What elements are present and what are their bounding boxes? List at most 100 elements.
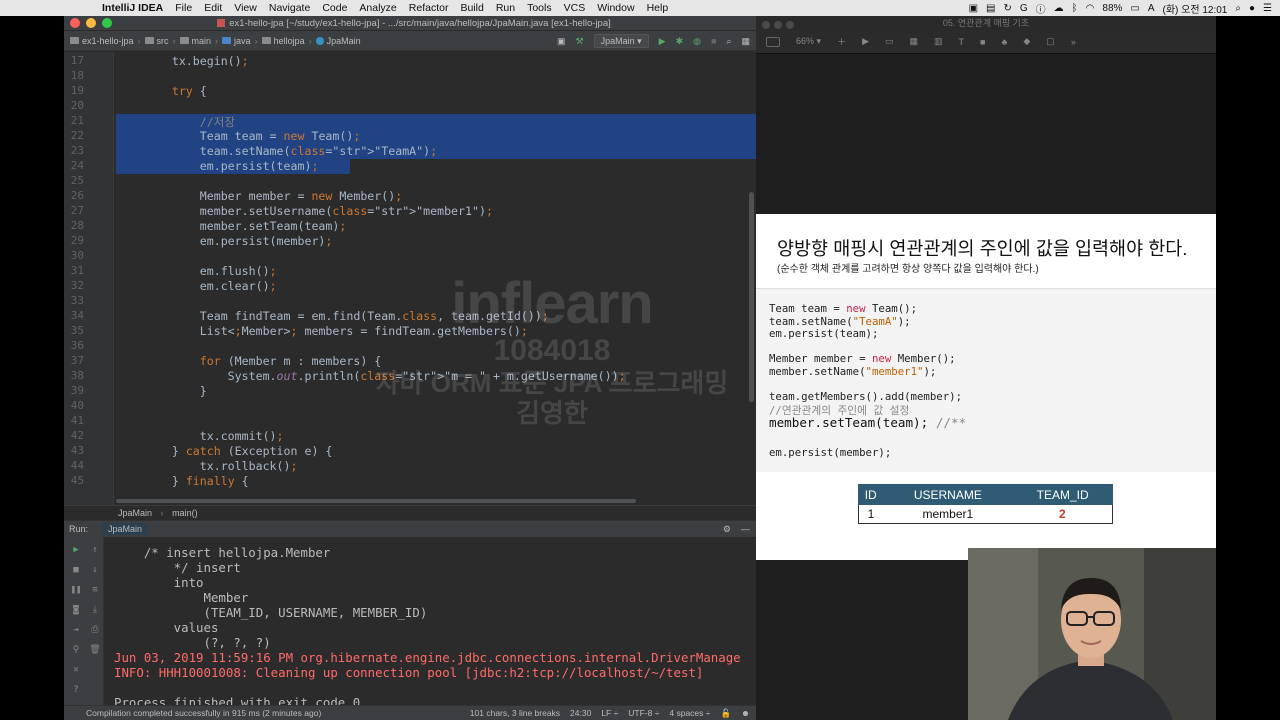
zoom-select[interactable]: 66% ▾	[796, 36, 821, 47]
menu-file[interactable]: File	[175, 2, 192, 14]
google-icon[interactable]: G	[1020, 3, 1028, 14]
breadcrumb-package[interactable]: hellojpa ›	[261, 36, 312, 46]
bluetooth-icon[interactable]: ᛒ	[1072, 3, 1078, 14]
line-number[interactable]: 20	[64, 99, 84, 112]
soft-wrap-icon[interactable]: ≡	[88, 585, 102, 595]
vertical-scrollbar[interactable]	[749, 192, 754, 402]
caret-position[interactable]: 24:30	[570, 708, 591, 719]
line-number[interactable]: 29	[64, 234, 84, 247]
menu-vcs[interactable]: VCS	[564, 2, 586, 14]
line-number[interactable]: 39	[64, 384, 84, 397]
debug-icon[interactable]: ✱	[676, 36, 684, 47]
display-icon[interactable]: ▤	[986, 3, 995, 14]
coverage-icon[interactable]: ◍	[693, 36, 701, 47]
line-number[interactable]: 45	[64, 474, 84, 487]
chart-icon[interactable]: ▥	[934, 36, 943, 47]
notes-icon[interactable]: ▣	[969, 3, 978, 14]
build-icon[interactable]: ▣	[557, 36, 566, 47]
zoom-window-icon[interactable]	[102, 18, 112, 28]
input-source-icon[interactable]: A	[1148, 3, 1155, 14]
line-number[interactable]: 31	[64, 264, 84, 277]
minimize-window-icon[interactable]	[774, 21, 782, 29]
scroll-to-end-icon[interactable]: ⤓	[88, 605, 102, 615]
line-number[interactable]: 24	[64, 159, 84, 172]
restore-layout-icon[interactable]: ⇥	[69, 625, 83, 635]
line-number[interactable]: 19	[64, 84, 84, 97]
line-number[interactable]: 43	[64, 444, 84, 457]
trash-icon[interactable]: 🗑	[88, 645, 102, 655]
menu-refactor[interactable]: Refactor	[409, 2, 449, 14]
line-number[interactable]: 41	[64, 414, 84, 427]
user-avatar-icon[interactable]: ●	[1249, 3, 1255, 14]
wifi-icon[interactable]: ◠	[1086, 3, 1095, 14]
breadcrumb-java[interactable]: java ›	[222, 36, 258, 46]
line-number[interactable]: 42	[64, 429, 84, 442]
line-number[interactable]: 22	[64, 129, 84, 142]
more-icon[interactable]: »	[1071, 37, 1076, 47]
menu-help[interactable]: Help	[647, 2, 669, 14]
run-icon[interactable]: ▶	[659, 36, 666, 47]
project-structure-icon[interactable]: ▦	[741, 36, 750, 47]
line-number[interactable]: 17	[64, 54, 84, 67]
run-configuration-select[interactable]: JpaMain ▾	[593, 34, 649, 48]
text-icon[interactable]: T	[959, 37, 965, 47]
line-number[interactable]: 28	[64, 219, 84, 232]
table-icon[interactable]: ▦	[910, 36, 919, 47]
line-number[interactable]: 18	[64, 69, 84, 82]
view-icon[interactable]	[766, 36, 780, 47]
code-editor[interactable]: 17 18 19 20 21 22 23 24 25 26 27 28 29 30 31 32 33 34 35 36…	[64, 52, 756, 505]
search-icon[interactable]: ⌕	[726, 36, 731, 47]
line-number-gutter[interactable]: 17 18 19 20 21 22 23 24 25 26 27 28 29 30 31 32 33 34 35 36…	[64, 52, 114, 505]
editor-breadcrumb-method[interactable]: main()	[172, 508, 198, 518]
line-number[interactable]: 23	[64, 144, 84, 157]
file-encoding[interactable]: UTF-8 ÷	[628, 708, 659, 719]
breadcrumb-src[interactable]: src ›	[144, 36, 176, 46]
close-window-icon[interactable]	[70, 18, 80, 28]
breadcrumb-project[interactable]: ex1-hello-jpa ›	[70, 36, 141, 46]
print-icon[interactable]: ⎙	[88, 625, 102, 635]
line-number[interactable]: 33	[64, 294, 84, 307]
clock[interactable]: (화) 오전 12:01	[1163, 1, 1228, 16]
line-number[interactable]: 38	[64, 369, 84, 382]
add-slide-icon[interactable]: ＋	[837, 35, 846, 48]
breadcrumb-main[interactable]: main ›	[179, 36, 218, 46]
line-separator[interactable]: LF ÷	[601, 708, 618, 719]
menu-build[interactable]: Build	[460, 2, 483, 14]
menu-tools[interactable]: Tools	[527, 2, 552, 14]
stop-icon[interactable]: ■	[69, 565, 83, 575]
editor-breadcrumb-class[interactable]: JpaMain	[118, 508, 152, 518]
app-name-menu[interactable]: IntelliJ IDEA	[102, 2, 163, 14]
line-number[interactable]: 35	[64, 324, 84, 337]
spotlight-icon[interactable]: ⌕	[1235, 3, 1241, 14]
line-number[interactable]: 44	[64, 459, 84, 472]
slide[interactable]: 양방향 매핑시 연관관계의 주인에 값을 입력해야 한다. (순수한 객체 관계…	[756, 214, 1216, 560]
line-number[interactable]: 25	[64, 174, 84, 187]
minimize-window-icon[interactable]	[86, 18, 96, 28]
lock-icon[interactable]: 🔓	[720, 708, 731, 719]
close-window-icon[interactable]	[762, 21, 770, 29]
battery-icon[interactable]: ▭	[1130, 3, 1139, 14]
menu-analyze[interactable]: Analyze	[359, 2, 396, 14]
media-icon[interactable]: ♣	[1001, 37, 1007, 47]
menu-view[interactable]: View	[234, 2, 257, 14]
up-arrow-icon[interactable]: ↑	[88, 545, 102, 555]
settings-gear-icon[interactable]: ⚙	[723, 524, 731, 535]
line-number[interactable]: 27	[64, 204, 84, 217]
git-icon[interactable]: ☻	[741, 708, 750, 719]
line-number[interactable]: 36	[64, 339, 84, 352]
line-number[interactable]: 26	[64, 189, 84, 202]
shape-icon[interactable]: ■	[980, 37, 985, 47]
comment-icon[interactable]: ◆	[1023, 36, 1030, 47]
notification-center-icon[interactable]: ☰	[1263, 3, 1272, 14]
menu-window[interactable]: Window	[597, 2, 634, 14]
status-message[interactable]: Compilation completed successfully in 91…	[86, 708, 321, 718]
line-number[interactable]: 32	[64, 279, 84, 292]
line-number[interactable]: 21	[64, 114, 84, 127]
menu-code[interactable]: Code	[322, 2, 347, 14]
help-icon[interactable]: ?	[69, 685, 83, 695]
info-icon[interactable]: ⓘ	[1036, 1, 1046, 16]
run-console[interactable]: ▶ ■ ❚❚ ◙ ⇥ ⚲ ✕ ? ↑ ↓ ≡ ⤓ ⎙ 🗑 /* insert h…	[64, 537, 756, 705]
line-number[interactable]: 30	[64, 249, 84, 262]
menu-navigate[interactable]: Navigate	[269, 2, 310, 14]
line-number[interactable]: 37	[64, 354, 84, 367]
